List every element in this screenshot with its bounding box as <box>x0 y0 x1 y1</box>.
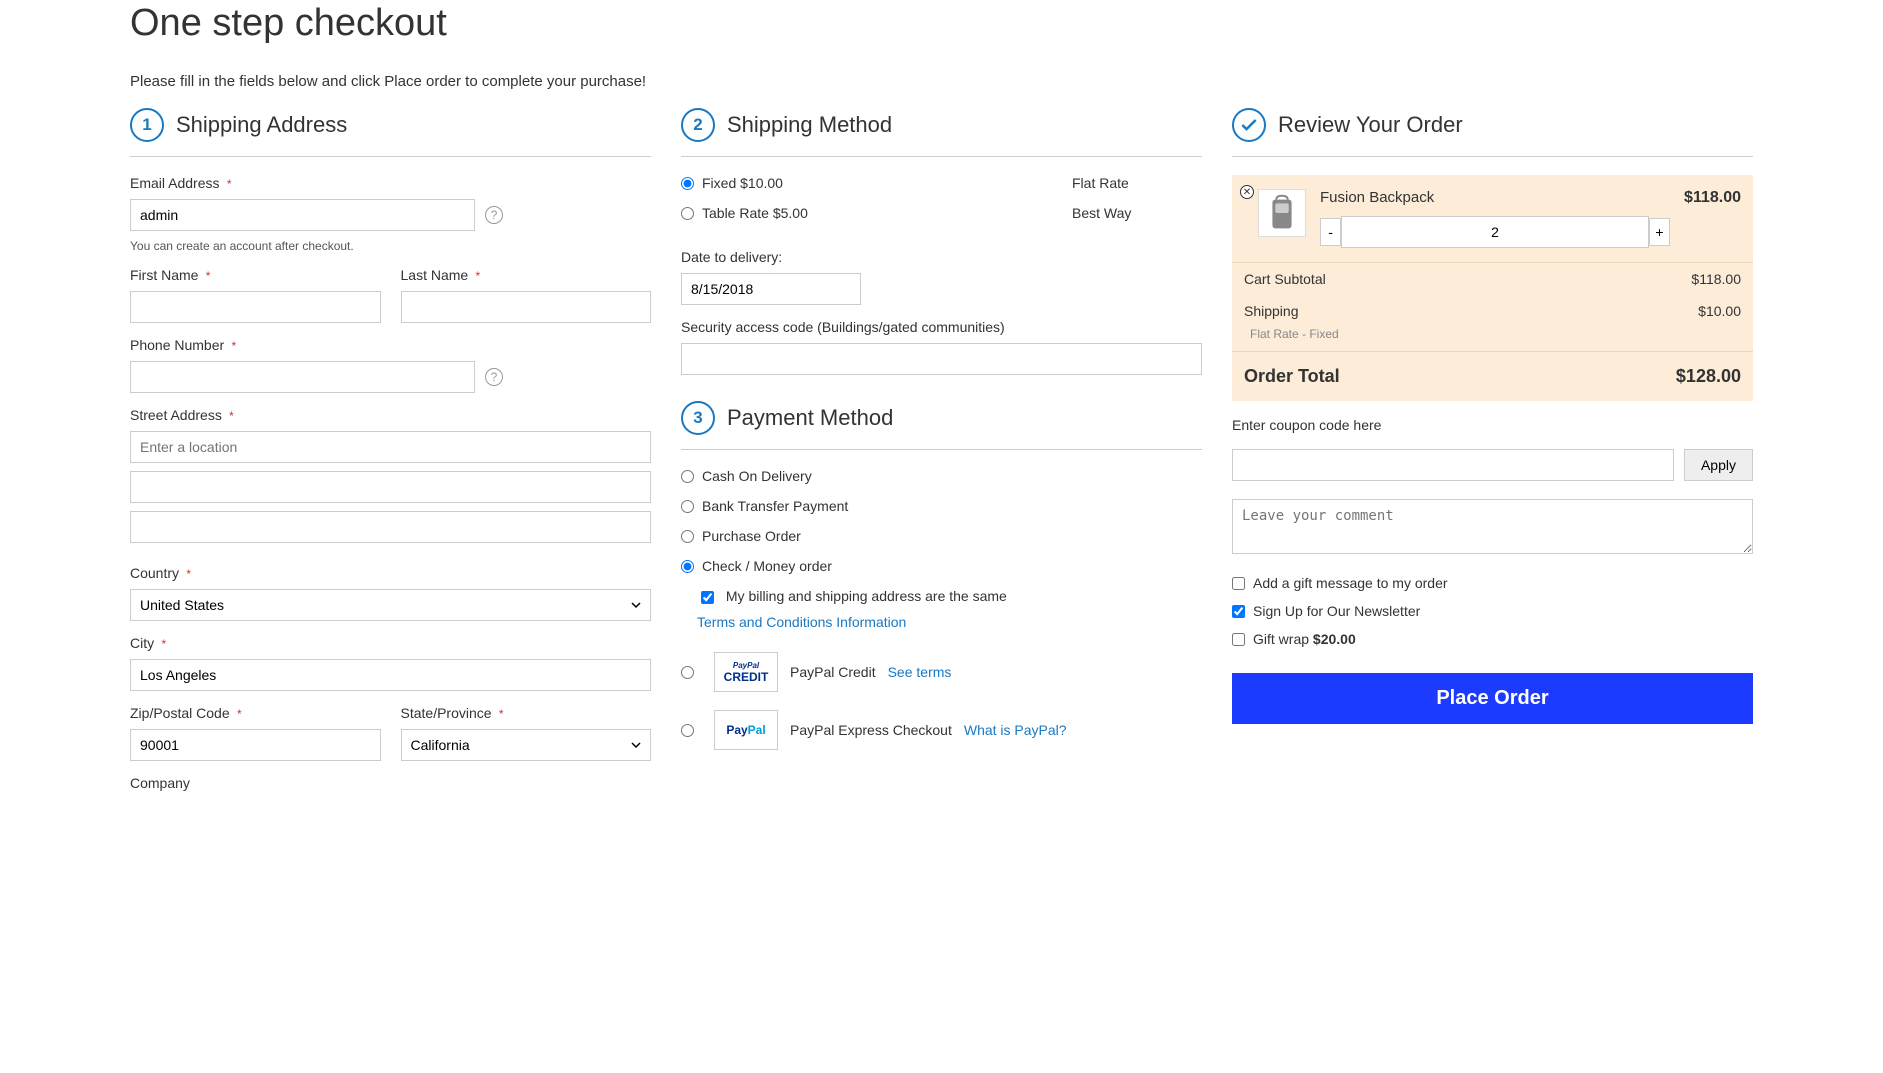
step-1-badge: 1 <box>130 108 164 142</box>
delivery-date-label: Date to delivery: <box>681 249 1202 265</box>
shipping-label: Shipping <box>1244 303 1299 319</box>
payment-label: Check / Money order <box>702 558 832 574</box>
remove-item-icon[interactable]: ✕ <box>1240 185 1254 199</box>
qty-minus-button[interactable]: - <box>1320 218 1341 246</box>
zip-input[interactable] <box>130 729 381 761</box>
review-title: Review Your Order <box>1278 112 1463 138</box>
company-label: Company <box>130 775 651 791</box>
shipping-carrier: Best Way <box>1072 205 1202 221</box>
total-value: $128.00 <box>1676 366 1741 387</box>
subtotal-label: Cart Subtotal <box>1244 271 1326 287</box>
step-2-badge: 2 <box>681 108 715 142</box>
shipping-method-title: Shipping Method <box>727 112 892 138</box>
gift-message-label: Add a gift message to my order <box>1253 575 1448 591</box>
methods-section: 2 Shipping Method Fixed $10.00 Flat Rate… <box>681 108 1202 805</box>
gift-message-checkbox[interactable] <box>1232 577 1245 590</box>
zip-label: Zip/Postal Code <box>130 705 381 721</box>
giftwrap-checkbox[interactable] <box>1232 633 1245 646</box>
check-icon <box>1232 108 1266 142</box>
what-is-paypal-link[interactable]: What is PayPal? <box>964 722 1067 738</box>
payment-bank[interactable] <box>681 500 694 513</box>
shipping-option-label: Fixed $10.00 <box>702 175 783 191</box>
paypal-logo: PayPal <box>714 710 778 750</box>
payment-paypal-express[interactable] <box>681 724 694 737</box>
payment-po[interactable] <box>681 530 694 543</box>
payment-method-title: Payment Method <box>727 405 893 431</box>
paypal-express-label: PayPal Express Checkout <box>790 722 952 738</box>
payment-check[interactable] <box>681 560 694 573</box>
city-label: City <box>130 635 651 651</box>
last-name-label: Last Name <box>401 267 652 283</box>
phone-input[interactable] <box>130 361 475 393</box>
shipping-option-label: Table Rate $5.00 <box>702 205 808 221</box>
newsletter-checkbox[interactable] <box>1232 605 1245 618</box>
apply-button[interactable]: Apply <box>1684 449 1753 481</box>
help-icon[interactable]: ? <box>485 206 503 224</box>
city-input[interactable] <box>130 659 651 691</box>
shipping-option-table[interactable] <box>681 207 694 220</box>
coupon-input[interactable] <box>1232 449 1674 481</box>
email-label: Email Address <box>130 175 651 191</box>
shipping-sub: Flat Rate - Fixed <box>1238 327 1753 351</box>
first-name-label: First Name <box>130 267 381 283</box>
shipping-address-section: 1 Shipping Address Email Address ? You c… <box>130 108 651 805</box>
state-select[interactable]: California <box>401 729 652 761</box>
qty-input[interactable] <box>1341 216 1649 248</box>
item-name: Fusion Backpack <box>1320 189 1670 206</box>
terms-link[interactable]: Terms and Conditions Information <box>697 614 1202 630</box>
see-terms-link[interactable]: See terms <box>888 664 952 680</box>
state-label: State/Province <box>401 705 652 721</box>
paypal-credit-label: PayPal Credit <box>790 664 876 680</box>
shipping-address-title: Shipping Address <box>176 112 347 138</box>
help-icon[interactable]: ? <box>485 368 503 386</box>
phone-label: Phone Number <box>130 337 651 353</box>
last-name-input[interactable] <box>401 291 652 323</box>
payment-paypal-credit[interactable] <box>681 666 694 679</box>
shipping-option-fixed[interactable] <box>681 177 694 190</box>
page-title: One step checkout <box>130 2 1753 45</box>
step-3-badge: 3 <box>681 401 715 435</box>
qty-plus-button[interactable]: + <box>1649 218 1670 246</box>
item-price: $118.00 <box>1684 189 1741 207</box>
street-input-3[interactable] <box>130 511 651 543</box>
coupon-label: Enter coupon code here <box>1232 417 1753 433</box>
product-thumbnail <box>1258 189 1306 237</box>
country-label: Country <box>130 565 651 581</box>
street-input-2[interactable] <box>130 471 651 503</box>
place-order-button[interactable]: Place Order <box>1232 673 1753 724</box>
shipping-value: $10.00 <box>1698 303 1741 319</box>
total-label: Order Total <box>1244 366 1340 387</box>
street-input-1[interactable] <box>130 431 651 463</box>
first-name-input[interactable] <box>130 291 381 323</box>
order-summary: ✕ Fusion Backpack - + $118.00 Cart Subto… <box>1232 175 1753 401</box>
billing-same-checkbox[interactable] <box>701 591 714 604</box>
street-label: Street Address <box>130 407 651 423</box>
security-label: Security access code (Buildings/gated co… <box>681 319 1202 335</box>
review-section: Review Your Order ✕ Fusion Backpack - + … <box>1232 108 1753 805</box>
shipping-carrier: Flat Rate <box>1072 175 1202 191</box>
country-select[interactable]: United States <box>130 589 651 621</box>
email-input[interactable] <box>130 199 475 231</box>
paypal-credit-logo: PayPalCREDIT <box>714 652 778 692</box>
payment-label: Cash On Delivery <box>702 468 812 484</box>
newsletter-label: Sign Up for Our Newsletter <box>1253 603 1420 619</box>
payment-cash[interactable] <box>681 470 694 483</box>
payment-label: Bank Transfer Payment <box>702 498 848 514</box>
giftwrap-label: Gift wrap $20.00 <box>1253 631 1356 647</box>
comment-textarea[interactable] <box>1232 499 1753 554</box>
security-input[interactable] <box>681 343 1202 375</box>
payment-label: Purchase Order <box>702 528 801 544</box>
billing-same-label: My billing and shipping address are the … <box>726 588 1007 604</box>
page-subtitle: Please fill in the fields below and clic… <box>130 73 1753 90</box>
subtotal-value: $118.00 <box>1691 271 1741 287</box>
delivery-date-input[interactable] <box>681 273 861 305</box>
email-hint: You can create an account after checkout… <box>130 239 651 253</box>
